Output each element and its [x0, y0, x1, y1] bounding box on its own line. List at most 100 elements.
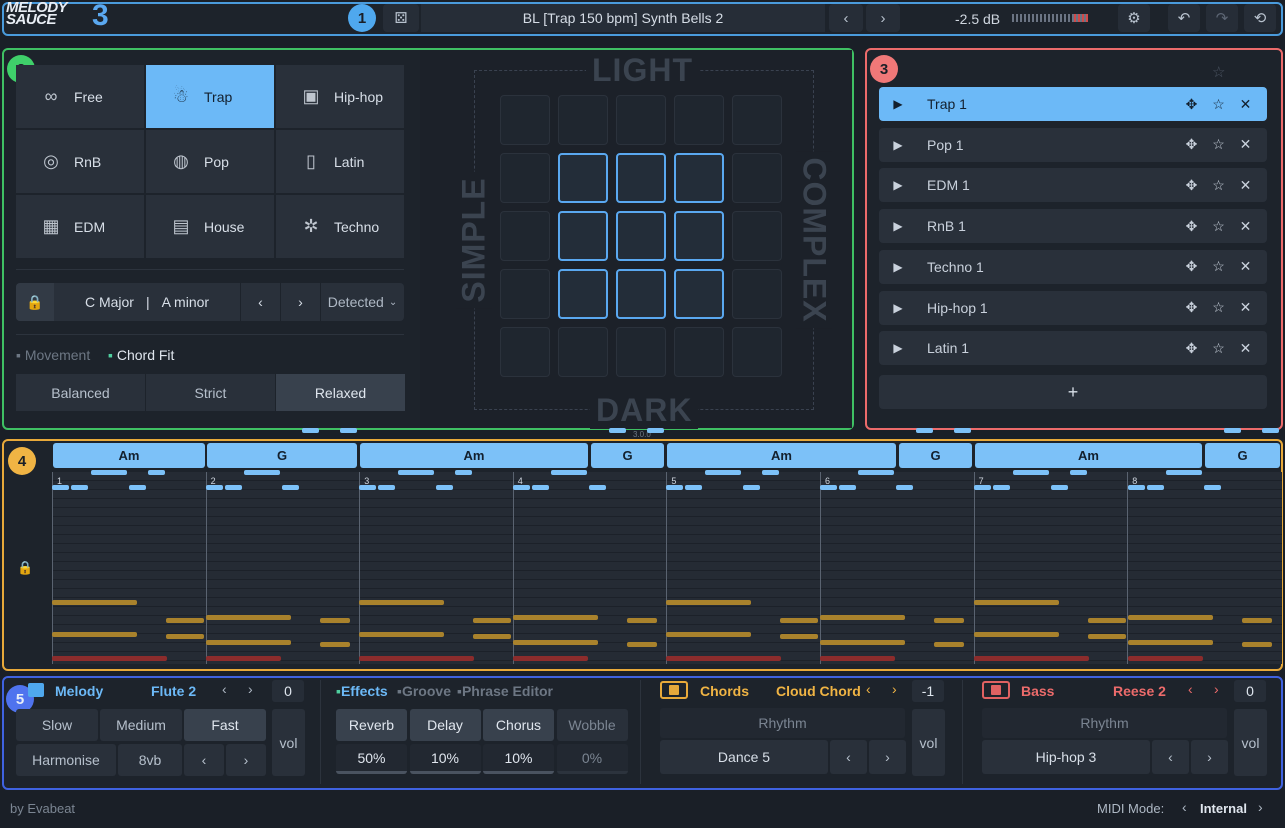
phrase-editor-tab[interactable]: ▪Phrase Editor [457, 683, 553, 699]
xy-cell[interactable] [674, 327, 724, 377]
effects-tab[interactable]: ▪Effects [336, 683, 388, 699]
melody-note[interactable] [896, 485, 914, 490]
xy-cell[interactable] [558, 95, 608, 145]
play-icon[interactable]: ▶ [879, 178, 917, 192]
melody-next-chevron-icon[interactable]: › [248, 681, 253, 697]
xy-cell[interactable] [500, 327, 550, 377]
chord-note[interactable] [206, 640, 291, 645]
genre-latin-button[interactable]: ▯ Latin [276, 130, 404, 193]
melody-note[interactable] [513, 485, 531, 490]
speed-medium-button[interactable]: Medium [100, 709, 182, 741]
preset-next-chevron-icon[interactable]: › [866, 4, 900, 32]
add-slot-button[interactable]: + [879, 375, 1267, 409]
melody-note[interactable] [1012, 470, 1049, 475]
octave-button[interactable]: 8vb [118, 744, 182, 776]
xy-cell[interactable] [674, 269, 724, 319]
melody-note[interactable] [858, 470, 895, 475]
xy-cell[interactable] [732, 211, 782, 261]
key-display[interactable]: C Major | A minor [54, 283, 240, 321]
close-icon[interactable]: ✕ [1232, 218, 1259, 235]
play-icon[interactable]: ▶ [879, 301, 917, 315]
chord-note[interactable] [320, 618, 350, 623]
genre-edm-button[interactable]: ▦ EDM [16, 195, 144, 258]
chord-note[interactable] [1241, 642, 1272, 647]
melody-instrument[interactable]: Flute 2 [151, 683, 196, 699]
randomize-dice-icon[interactable]: ⚄ [383, 4, 419, 32]
melody-note[interactable] [1107, 446, 1125, 451]
melody-note[interactable] [167, 461, 184, 466]
favorites-star-icon[interactable]: ☆ [1212, 63, 1225, 81]
melody-note[interactable] [743, 485, 761, 490]
bass-note[interactable] [973, 656, 1089, 661]
mode-relaxed-button[interactable]: Relaxed [276, 374, 405, 411]
chord-note[interactable] [513, 640, 599, 645]
chord-note[interactable] [513, 615, 599, 620]
melody-note[interactable] [1088, 461, 1106, 466]
speed-fast-button[interactable]: Fast [184, 709, 266, 741]
melody-note[interactable] [225, 485, 242, 490]
preset-prev-chevron-icon[interactable]: ‹ [829, 4, 863, 32]
groove-tab[interactable]: ▪Groove [397, 683, 451, 699]
chord-note[interactable] [780, 634, 819, 639]
melody-transpose[interactable]: 0 [272, 680, 304, 702]
melody-note[interactable] [1146, 485, 1164, 490]
melody-note[interactable] [91, 470, 127, 475]
chord-note[interactable] [934, 642, 965, 647]
chord-note[interactable] [627, 642, 658, 647]
star-icon[interactable]: ☆ [1205, 177, 1232, 194]
chords-transpose[interactable]: -1 [912, 680, 944, 702]
bass-next-chevron-icon[interactable]: › [1214, 681, 1219, 697]
xy-cell[interactable] [616, 269, 666, 319]
chords-next-chevron-icon[interactable]: › [892, 681, 897, 697]
melody-note[interactable] [685, 485, 703, 490]
effect-chorus-amount[interactable]: 10% [483, 744, 554, 774]
close-icon[interactable]: ✕ [1232, 177, 1259, 194]
star-icon[interactable]: ☆ [1205, 340, 1232, 357]
melody-note[interactable] [935, 446, 953, 451]
chord-fit-tab[interactable]: ▪ Chord Fit [108, 347, 174, 363]
slot-row[interactable]: ▶ Latin 1 ✥ ☆ ✕ [879, 331, 1267, 366]
midi-mode-value[interactable]: Internal [1200, 801, 1247, 816]
bass-note[interactable] [52, 656, 167, 661]
chords-rhythm-prev-chevron-icon[interactable]: ‹ [830, 740, 867, 774]
melody-note[interactable] [800, 446, 818, 451]
mode-strict-button[interactable]: Strict [146, 374, 275, 411]
move-icon[interactable]: ✥ [1178, 218, 1205, 235]
chord-note[interactable] [473, 618, 512, 623]
melody-note[interactable] [551, 470, 588, 475]
bass-prev-chevron-icon[interactable]: ‹ [1188, 681, 1193, 697]
xy-cell[interactable] [674, 95, 724, 145]
xy-cell[interactable] [558, 269, 608, 319]
move-icon[interactable]: ✥ [1178, 340, 1205, 357]
movement-tab[interactable]: ▪ Movement [16, 347, 90, 363]
chord-note[interactable] [359, 600, 445, 605]
xy-cell[interactable] [732, 269, 782, 319]
chord-note[interactable] [627, 618, 658, 623]
close-icon[interactable]: ✕ [1232, 96, 1259, 113]
melody-note[interactable] [71, 485, 88, 490]
play-icon[interactable]: ▶ [879, 219, 917, 233]
melody-note[interactable] [820, 485, 838, 490]
bass-volume-slider[interactable]: vol [1234, 709, 1267, 776]
genre-house-button[interactable]: ▤ House [146, 195, 274, 258]
close-icon[interactable]: ✕ [1232, 299, 1259, 316]
key-lock-icon[interactable]: 🔒 [16, 283, 54, 321]
xy-cell[interactable] [732, 95, 782, 145]
melody-note[interactable] [340, 428, 357, 433]
melody-note[interactable] [609, 428, 627, 433]
play-icon[interactable]: ▶ [879, 138, 917, 152]
genre-rnb-button[interactable]: ◎ RnB [16, 130, 144, 193]
melody-note[interactable] [1203, 485, 1221, 490]
bass-note[interactable] [206, 656, 281, 661]
chord-note[interactable] [820, 640, 906, 645]
chord-note[interactable] [934, 618, 965, 623]
effect-delay-amount[interactable]: 10% [409, 744, 481, 774]
star-icon[interactable]: ☆ [1205, 136, 1232, 153]
chord-note[interactable] [473, 634, 512, 639]
move-icon[interactable]: ✥ [1178, 299, 1205, 316]
chord-note[interactable] [52, 600, 137, 605]
melody-toggle[interactable] [28, 683, 44, 697]
melody-note[interactable] [493, 446, 511, 451]
melody-note[interactable] [129, 485, 146, 490]
melody-note[interactable] [705, 470, 742, 475]
